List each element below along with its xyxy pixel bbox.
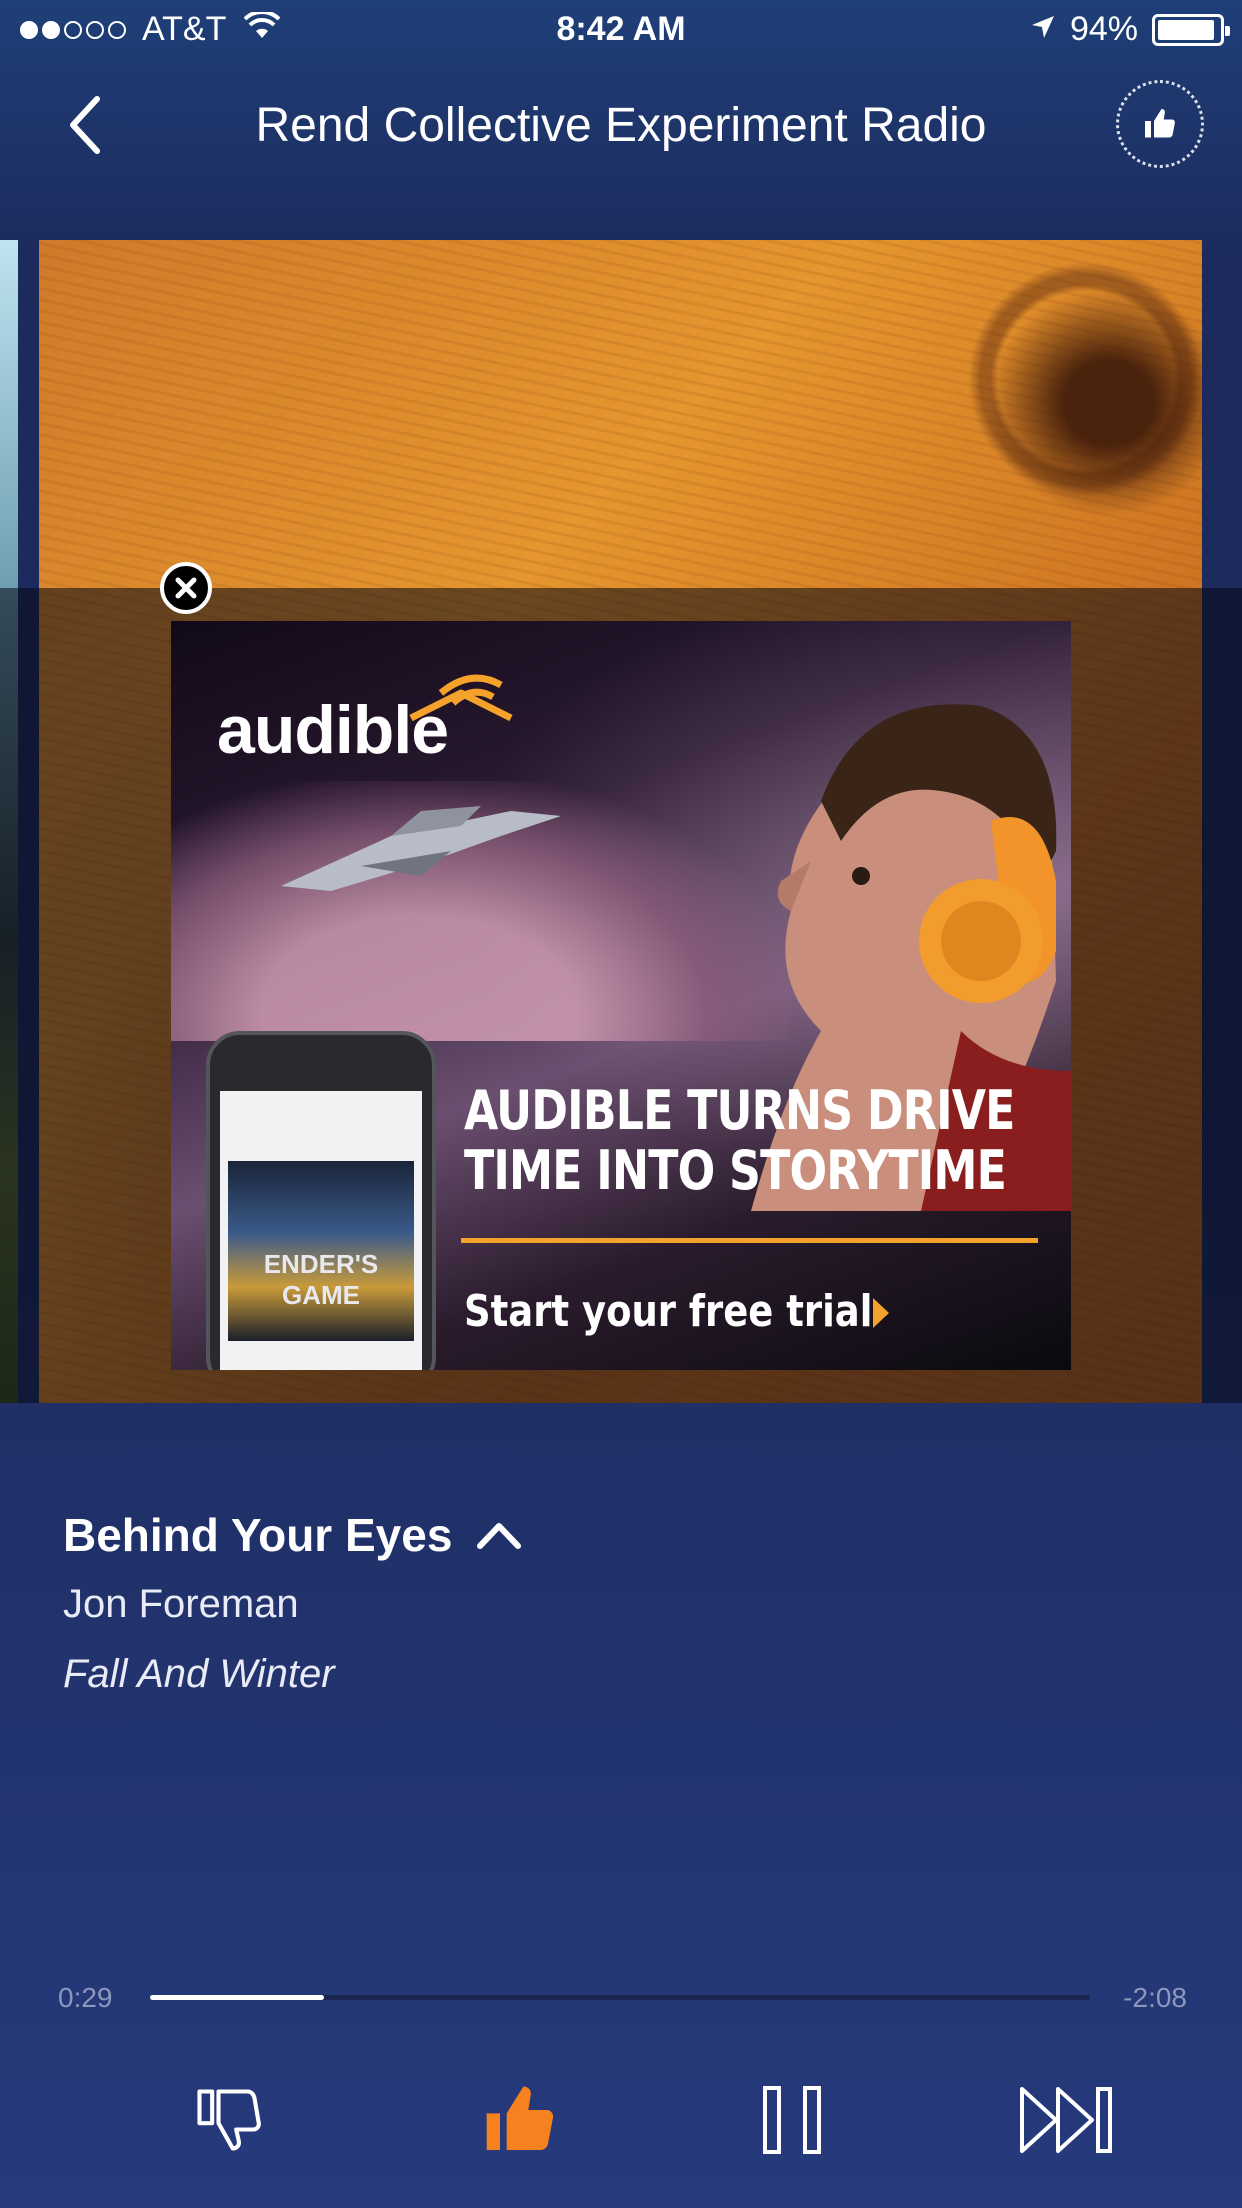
book-cover-image: ENDER'S GAME	[228, 1161, 414, 1341]
back-button[interactable]	[50, 90, 120, 160]
battery-tip	[1225, 25, 1230, 36]
playback-controls	[0, 2070, 1242, 2170]
book-cover-title: ENDER'S GAME	[263, 1249, 379, 1310]
time-elapsed: 0:29	[58, 1982, 113, 2013]
ad-banner[interactable]: audible ENDER'S GAME AUDIBLE TURNS DRIVE…	[171, 621, 1071, 1370]
chevron-left-icon	[70, 96, 100, 154]
thumbs-up-icon	[486, 2086, 554, 2150]
song-title: Behind Your Eyes	[63, 1509, 453, 1561]
ad-headline-line2: TIME INTO STORYTIME	[464, 1139, 1007, 1202]
thumbs-down-icon	[197, 2089, 261, 2151]
nav-header: Rend Collective Experiment Radio	[0, 60, 1242, 190]
song-album: Fall And Winter	[63, 1652, 335, 1696]
progress-fill	[150, 1995, 324, 2000]
close-icon	[175, 577, 197, 599]
ad-close-button[interactable]	[160, 562, 212, 614]
battery-level-fill	[1158, 19, 1215, 40]
status-bar: AT&T 8:42 AM 94%	[0, 0, 1242, 60]
ad-phone-image: ENDER'S GAME	[206, 1031, 436, 1370]
cta-arrow-icon	[873, 1298, 889, 1328]
location-arrow-icon	[1030, 10, 1056, 49]
audible-wifi-icon	[409, 674, 513, 722]
thumbs-up-button[interactable]	[470, 2070, 570, 2170]
station-thumbs-button[interactable]	[1116, 80, 1204, 168]
status-right: 94%	[1030, 10, 1230, 49]
battery-icon	[1152, 13, 1230, 46]
time-remaining: -2:08	[1123, 1982, 1187, 2013]
pause-icon	[763, 2086, 821, 2154]
ad-phone-screen: ENDER'S GAME	[220, 1091, 422, 1370]
spaceship-icon	[281, 806, 561, 891]
thumbs-down-button[interactable]	[178, 2070, 278, 2170]
song-artist: Jon Foreman	[63, 1582, 299, 1626]
station-title: Rend Collective Experiment Radio	[255, 99, 987, 152]
pause-button[interactable]	[742, 2070, 842, 2170]
thumbs-up-icon	[1145, 109, 1175, 138]
ad-cta-link[interactable]: Start your free trial	[464, 1286, 872, 1337]
ad-headline: AUDIBLE TURNS DRIVE TIME INTO STORYTIME	[464, 1081, 1015, 1201]
ad-headline-line1: AUDIBLE TURNS DRIVE	[464, 1079, 1015, 1142]
progress-bar[interactable]	[150, 1995, 1090, 2000]
chevron-up-icon[interactable]	[476, 1520, 522, 1550]
skip-forward-icon	[1020, 2087, 1112, 2153]
skip-button[interactable]	[1018, 2070, 1118, 2170]
battery-percent: 94%	[1069, 10, 1138, 48]
song-title-row[interactable]: Behind Your Eyes	[63, 1508, 522, 1562]
ad-divider	[461, 1238, 1038, 1243]
